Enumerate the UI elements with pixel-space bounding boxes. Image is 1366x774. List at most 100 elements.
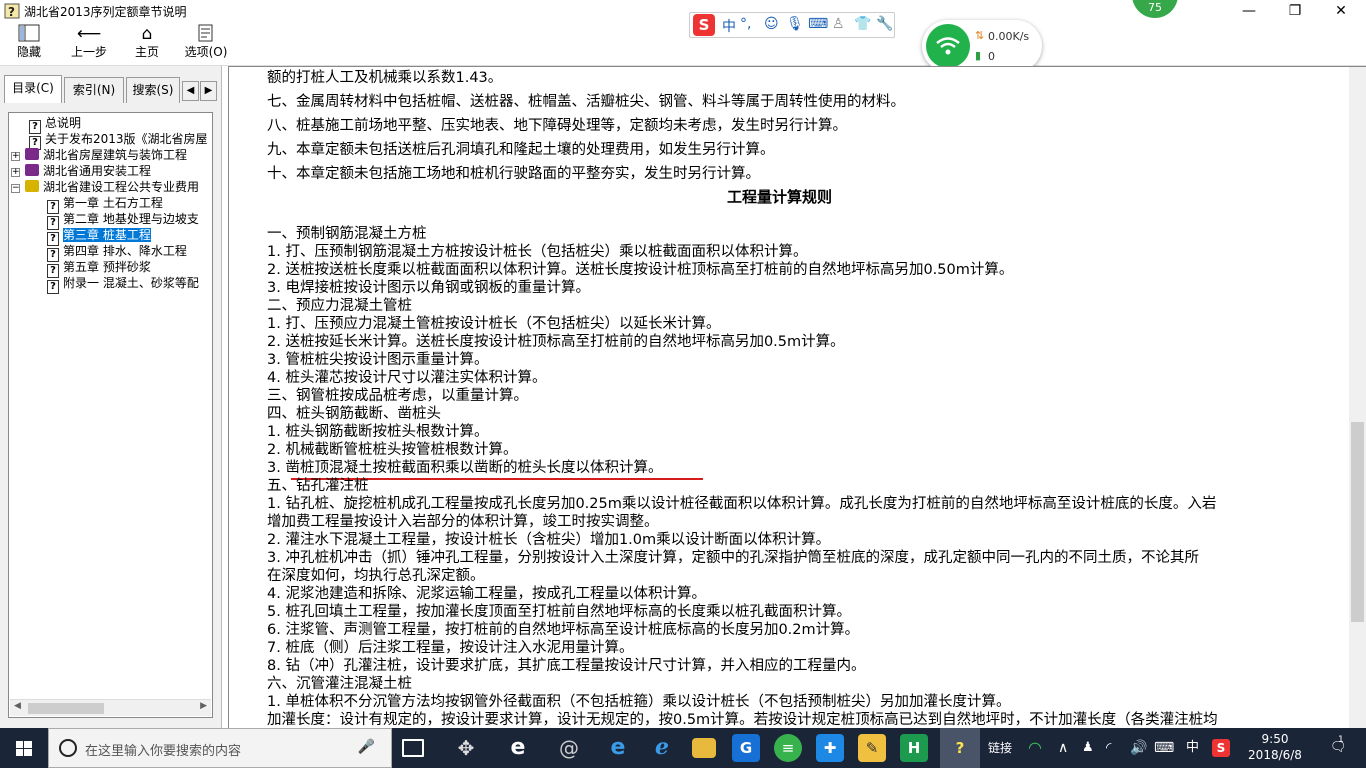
tree-expand-toggle-icon[interactable]: + xyxy=(11,152,20,161)
user-icon[interactable]: ♙ xyxy=(832,16,845,32)
tree-item-label: 第二章 地基处理与边坡支 xyxy=(63,212,199,226)
contents-tree: ? 总说明? 关于发布2013版《湖北省房屋 + 湖北省房屋建筑与装饰工程 + 湖北省通用安… xyxy=(8,112,213,718)
file-explorer-icon[interactable] xyxy=(692,738,716,758)
tree-item-label: 湖北省建设工程公共专业费用 xyxy=(43,180,200,194)
maximize-button[interactable]: ❐ xyxy=(1272,0,1318,22)
tree-item[interactable]: ? 第三章 桩基工程 xyxy=(47,227,151,246)
mic-icon[interactable]: 🎙 xyxy=(786,16,804,32)
tree-expand-toggle-icon[interactable]: − xyxy=(11,184,20,193)
tree-item[interactable]: ? 第五章 预拌砂浆 xyxy=(47,259,151,278)
content-line: 6. 注浆管、声测管工程量，按打桩前的自然地坪标高至设计桩底标高的长度另加0.2… xyxy=(267,622,860,638)
tab-scroll-left-button[interactable]: ◀ xyxy=(182,81,199,101)
edge-browser-icon[interactable]: e xyxy=(604,734,632,762)
tab-index[interactable]: 索引(N) xyxy=(64,77,124,103)
content-line: 八、桩基施工前场地平整、压实地表、地下障碍处理等，定额均未考虑，发生时另行计算。 xyxy=(267,118,847,134)
tab-scroll-right-button[interactable]: ▶ xyxy=(200,81,217,101)
content-line: 1. 打、压预制钢筋混凝土方桩按设计桩长（包括桩尖）乘以桩截面面积以体积计算。 xyxy=(267,244,808,260)
plus-app-icon[interactable]: ✚ xyxy=(816,734,844,762)
tools-icon[interactable]: 🔧 xyxy=(876,16,893,32)
minimize-button[interactable]: — xyxy=(1226,0,1272,22)
emoji-icon[interactable]: ☺ xyxy=(764,16,779,32)
toolbar: 隐藏 ⟵ 上一步 ⌂ 主页 选项(O) xyxy=(0,22,1366,66)
taskbar-search[interactable]: 在这里输入你要搜索的内容 🎤 xyxy=(48,728,392,768)
tray-people-icon[interactable]: ♟ xyxy=(1082,728,1094,768)
scroll-left-icon[interactable]: ◀ xyxy=(14,701,21,711)
section-heading: 工程量计算规则 xyxy=(727,188,833,206)
notification-count: 1 xyxy=(1338,735,1344,745)
tray-ime-lang[interactable]: 中 xyxy=(1186,728,1199,768)
network-monitor[interactable]: ⇅ 0.00K/s ▮ 0 xyxy=(922,20,1042,72)
ime-mode[interactable]: 中 xyxy=(722,16,736,36)
internet-explorer-icon[interactable]: ℯ xyxy=(648,734,676,762)
keyboard-icon[interactable]: ⌨ xyxy=(808,16,828,32)
cortana-icon xyxy=(59,739,77,757)
help-app-icon: ? xyxy=(4,3,20,19)
help-viewer-taskbar-icon[interactable]: ? xyxy=(940,728,980,768)
swirl-app-icon[interactable]: @ xyxy=(555,734,583,762)
content-line: 七、金属周转材料中包括桩帽、送桩器、桩帽盖、活瓣桩尖、钢管、料斗等属于周转性使用… xyxy=(267,94,905,110)
tree-item[interactable]: ? 第二章 地基处理与边坡支 xyxy=(47,211,199,230)
microphone-icon[interactable]: 🎤 xyxy=(358,739,375,755)
sidebar-tabs: 目录(C) 索引(N) 搜索(S) ◀ ▶ xyxy=(4,75,218,103)
tree-item[interactable]: ? 总说明 xyxy=(29,115,81,134)
notes-app-icon[interactable]: ✎ xyxy=(858,734,886,762)
green-app-icon[interactable]: ≡ xyxy=(774,734,802,762)
clock-time: 9:50 xyxy=(1261,732,1289,746)
back-button[interactable]: ⟵ 上一步 xyxy=(66,24,112,64)
tree-item[interactable]: ? 关于发布2013版《湖北省房屋 xyxy=(29,131,208,150)
tree-scrollbar-thumb[interactable] xyxy=(28,703,104,714)
home-button[interactable]: ⌂ 主页 xyxy=(124,24,170,64)
tree-horizontal-scrollbar[interactable]: ◀ ▶ xyxy=(10,699,211,716)
battery-icon: ▮ xyxy=(975,49,982,62)
skin-icon[interactable]: 👕 xyxy=(854,16,871,32)
tray-sogou-icon[interactable]: S xyxy=(1212,739,1230,757)
back-label: 上一步 xyxy=(70,45,107,59)
link-label[interactable]: 链接 xyxy=(988,728,1012,768)
book-icon xyxy=(25,164,39,176)
content-line: 2. 机械截断管桩桩头按管桩根数计算。 xyxy=(267,442,518,458)
tab-search[interactable]: 搜索(S) xyxy=(126,77,180,103)
tray-volume-icon[interactable]: 🔊 xyxy=(1130,728,1147,768)
h-app-icon[interactable]: H xyxy=(900,734,928,762)
glodon-app-icon[interactable]: G xyxy=(732,734,760,762)
content-line: 1. 桩头钢筋截断按桩头根数计算。 xyxy=(267,424,489,440)
tray-wifi-icon[interactable]: ◠ xyxy=(1028,728,1042,768)
clock[interactable]: 9:50 2018/6/8 xyxy=(1240,731,1310,763)
content-line: 4. 桩头灌芯按设计尺寸以灌注实体积计算。 xyxy=(267,370,547,386)
tray-network-icon[interactable]: ◜ xyxy=(1106,728,1111,768)
tree-item[interactable]: ? 附录一 混凝土、砂浆等配 xyxy=(47,275,199,294)
tree-item[interactable]: ? 第一章 土石方工程 xyxy=(47,195,163,214)
vertical-scrollbar-thumb[interactable] xyxy=(1351,422,1364,622)
scroll-right-icon[interactable]: ▶ xyxy=(200,701,207,711)
tree-expand-toggle-icon[interactable]: + xyxy=(11,168,20,177)
open-book-icon xyxy=(25,180,39,192)
ime-toolbar[interactable]: S 中 °, ☺ 🎙 ⌨ ♙ 👕 🔧 xyxy=(689,12,895,38)
document-content: 额的打桩人工及机械乘以系数1.43。 七、金属周转材料中包括桩帽、送桩器、桩帽盖、… xyxy=(228,66,1366,728)
content-line: 2. 灌注水下混凝土工程量，按设计桩长（含桩尖）增加1.0m乘以设计断面以体积计… xyxy=(267,532,831,548)
close-button[interactable]: ✕ xyxy=(1318,0,1364,22)
options-button[interactable]: 选项(O) xyxy=(180,24,232,64)
ie-browser-icon[interactable]: e xyxy=(504,734,532,762)
windows-logo-icon xyxy=(16,741,32,756)
tree-item-label: 关于发布2013版《湖北省房屋 xyxy=(45,132,208,146)
tray-chevron-icon[interactable]: ∧ xyxy=(1058,728,1068,768)
tray-keyboard-icon[interactable]: ⌨ xyxy=(1154,728,1174,768)
content-line: 增加费工程量按设计入岩部分的体积计算，竣工时按实调整。 xyxy=(267,514,659,530)
content-line: 1. 钻孔桩、旋挖桩机成孔工程量按成孔长度另加0.25m乘以设计桩径截面积以体积… xyxy=(267,496,1217,512)
tree-item[interactable]: + 湖北省房屋建筑与装饰工程 xyxy=(11,147,187,163)
hide-button[interactable]: 隐藏 xyxy=(6,24,52,64)
tree-item[interactable]: + 湖北省通用安装工程 xyxy=(11,163,151,179)
tree-item[interactable]: − 湖北省建设工程公共专业费用 xyxy=(11,179,199,195)
start-button[interactable] xyxy=(0,728,48,768)
ime-punct[interactable]: °, xyxy=(740,16,751,32)
task-view-icon[interactable] xyxy=(402,739,424,757)
vertical-scrollbar[interactable] xyxy=(1349,67,1366,728)
content-line: 二、预应力混凝土管桩 xyxy=(267,298,412,314)
content-line: 九、本章定额未包括送桩后孔洞填孔和隆起土壤的处理费用，如发生另行计算。 xyxy=(267,142,775,158)
tree-item[interactable]: ? 第四章 排水、降水工程 xyxy=(47,243,187,262)
content-line: 7. 桩底（侧）后注浆工程量，按设计注入水泥用量计算。 xyxy=(267,640,634,656)
content-line: 一、预制钢筋混凝土方桩 xyxy=(267,226,427,242)
home-label: 主页 xyxy=(134,45,159,59)
tab-contents[interactable]: 目录(C) xyxy=(4,75,62,103)
fan-app-icon[interactable]: ✥ xyxy=(452,734,480,762)
